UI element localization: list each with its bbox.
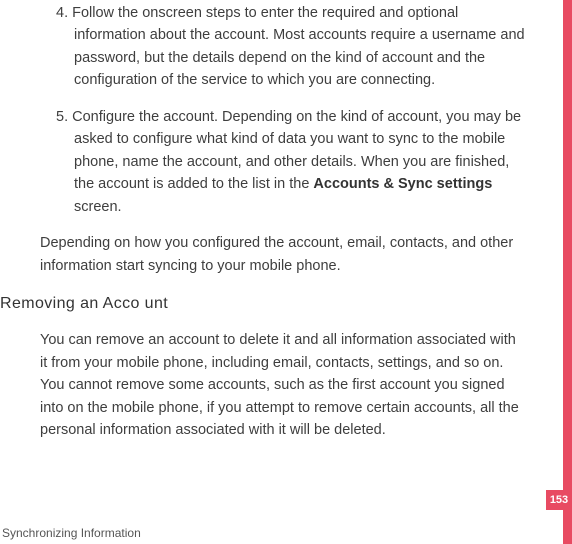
page-number-tab: 153 (546, 490, 572, 510)
step-5: 5. Configure the account. Depending on t… (56, 106, 526, 218)
step-4: 4. Follow the onscreen steps to enter th… (56, 2, 526, 92)
footer-label: Synchronizing Information (2, 526, 141, 540)
step-4-body: Follow the onscreen steps to enter the r… (72, 5, 524, 88)
content-area: 4. Follow the onscreen steps to enter th… (0, 0, 540, 460)
step-5-body-post: screen. (74, 199, 122, 215)
side-color-bar (563, 0, 572, 544)
remove-account-paragraph: You can remove an account to delete it a… (40, 329, 526, 441)
step-5-emphasis: Accounts & Sync settings (313, 176, 492, 192)
section-heading-removing-account: Removing an Acco unt (0, 295, 540, 313)
page: 4. Follow the onscreen steps to enter th… (0, 0, 572, 544)
trailing-paragraph: Depending on how you configured the acco… (40, 232, 526, 277)
step-5-number: 5. (56, 109, 68, 125)
step-4-number: 4. (56, 5, 68, 21)
page-number: 153 (550, 494, 568, 506)
